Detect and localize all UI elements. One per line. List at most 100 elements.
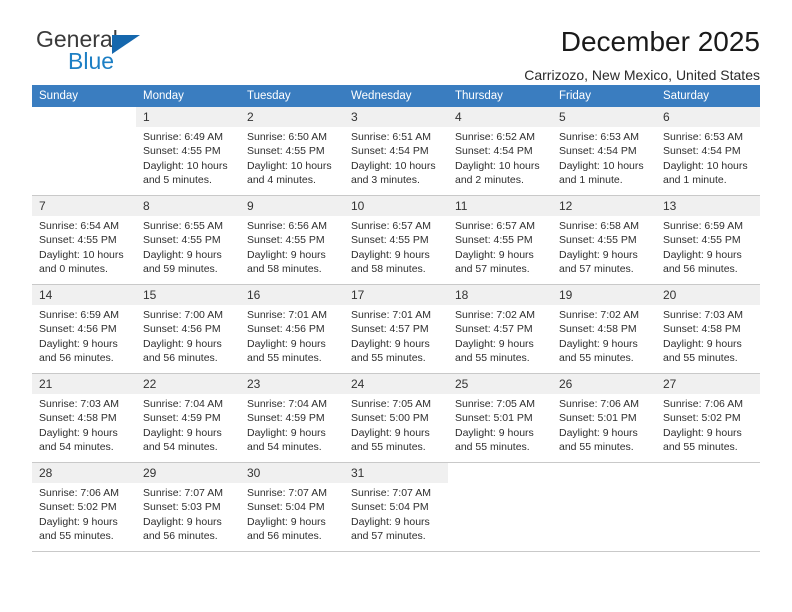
calendar-cell[interactable]: 14 Sunrise: 6:59 AM Sunset: 4:56 PM Dayl… (32, 284, 136, 374)
calendar-cell[interactable]: 20 Sunrise: 7:03 AM Sunset: 4:58 PM Dayl… (656, 284, 760, 374)
day-details: Sunrise: 7:01 AM Sunset: 4:56 PM Dayligh… (240, 305, 344, 365)
daylight-text-line2: and 55 minutes. (351, 351, 426, 364)
daylight-text-line2: and 56 minutes. (247, 529, 322, 542)
day-details: Sunrise: 7:06 AM Sunset: 5:02 PM Dayligh… (32, 483, 136, 543)
day-details: Sunrise: 7:03 AM Sunset: 4:58 PM Dayligh… (656, 305, 760, 365)
logo-triangle-icon (112, 35, 140, 54)
day-number: 7 (32, 196, 136, 216)
daylight-text-line1: Daylight: 9 hours (455, 426, 534, 439)
calendar-cell[interactable]: 16 Sunrise: 7:01 AM Sunset: 4:56 PM Dayl… (240, 284, 344, 374)
calendar-cell (32, 107, 136, 196)
weekday-header-row: Sunday Monday Tuesday Wednesday Thursday… (32, 85, 760, 107)
day-number: 9 (240, 196, 344, 216)
calendar-week-row: 1 Sunrise: 6:49 AM Sunset: 4:55 PM Dayli… (32, 107, 760, 196)
calendar-cell[interactable]: 11 Sunrise: 6:57 AM Sunset: 4:55 PM Dayl… (448, 195, 552, 285)
calendar-cell[interactable]: 6 Sunrise: 6:53 AM Sunset: 4:54 PM Dayli… (656, 107, 760, 196)
calendar-cell[interactable]: 8 Sunrise: 6:55 AM Sunset: 4:55 PM Dayli… (136, 195, 240, 285)
day-number: 27 (656, 374, 760, 394)
sunset-text: Sunset: 5:01 PM (559, 412, 637, 425)
calendar-cell[interactable]: 15 Sunrise: 7:00 AM Sunset: 4:56 PM Dayl… (136, 284, 240, 374)
calendar-cell[interactable]: 23 Sunrise: 7:04 AM Sunset: 4:59 PM Dayl… (240, 373, 344, 463)
calendar-cell[interactable]: 24 Sunrise: 7:05 AM Sunset: 5:00 PM Dayl… (344, 373, 448, 463)
calendar-week-row: 14 Sunrise: 6:59 AM Sunset: 4:56 PM Dayl… (32, 284, 760, 374)
daylight-text-line1: Daylight: 10 hours (455, 159, 540, 172)
sunset-text: Sunset: 5:03 PM (143, 501, 221, 514)
daylight-text-line1: Daylight: 9 hours (559, 337, 638, 350)
daylight-text-line2: and 55 minutes. (559, 440, 634, 453)
general-blue-logo[interactable]: General Blue (32, 26, 212, 82)
calendar-cell[interactable]: 28 Sunrise: 7:06 AM Sunset: 5:02 PM Dayl… (32, 462, 136, 552)
day-details: Sunrise: 6:59 AM Sunset: 4:56 PM Dayligh… (32, 305, 136, 365)
sunrise-text: Sunrise: 7:04 AM (143, 398, 223, 410)
daylight-text-line1: Daylight: 9 hours (351, 515, 430, 528)
sunrise-text: Sunrise: 7:07 AM (351, 487, 431, 499)
day-details: Sunrise: 6:52 AM Sunset: 4:54 PM Dayligh… (448, 127, 552, 187)
daylight-text-line2: and 55 minutes. (39, 529, 114, 542)
day-details: Sunrise: 6:57 AM Sunset: 4:55 PM Dayligh… (448, 216, 552, 276)
daylight-text-line1: Daylight: 9 hours (663, 426, 742, 439)
day-number: 26 (552, 374, 656, 394)
day-number: 28 (32, 463, 136, 483)
daylight-text-line1: Daylight: 9 hours (351, 337, 430, 350)
daylight-text-line1: Daylight: 9 hours (143, 337, 222, 350)
day-details: Sunrise: 6:54 AM Sunset: 4:55 PM Dayligh… (32, 216, 136, 276)
calendar-cell[interactable]: 4 Sunrise: 6:52 AM Sunset: 4:54 PM Dayli… (448, 107, 552, 196)
calendar-cell[interactable]: 5 Sunrise: 6:53 AM Sunset: 4:54 PM Dayli… (552, 107, 656, 196)
calendar-table: Sunday Monday Tuesday Wednesday Thursday… (32, 85, 760, 552)
calendar-cell[interactable]: 22 Sunrise: 7:04 AM Sunset: 4:59 PM Dayl… (136, 373, 240, 463)
sunset-text: Sunset: 4:56 PM (143, 323, 221, 336)
daylight-text-line1: Daylight: 9 hours (351, 248, 430, 261)
day-details: Sunrise: 7:06 AM Sunset: 5:01 PM Dayligh… (552, 394, 656, 454)
day-number: 31 (344, 463, 448, 483)
daylight-text-line2: and 59 minutes. (143, 262, 218, 275)
sunset-text: Sunset: 4:54 PM (351, 145, 429, 158)
calendar-cell[interactable]: 31 Sunrise: 7:07 AM Sunset: 5:04 PM Dayl… (344, 462, 448, 552)
daylight-text-line1: Daylight: 9 hours (143, 248, 222, 261)
calendar-cell[interactable]: 12 Sunrise: 6:58 AM Sunset: 4:55 PM Dayl… (552, 195, 656, 285)
calendar-cell[interactable]: 13 Sunrise: 6:59 AM Sunset: 4:55 PM Dayl… (656, 195, 760, 285)
day-number: 17 (344, 285, 448, 305)
sunrise-text: Sunrise: 6:51 AM (351, 131, 431, 143)
weekday-header-tuesday: Tuesday (240, 85, 344, 107)
calendar-cell[interactable]: 29 Sunrise: 7:07 AM Sunset: 5:03 PM Dayl… (136, 462, 240, 552)
daylight-text-line1: Daylight: 9 hours (143, 515, 222, 528)
sunset-text: Sunset: 4:56 PM (247, 323, 325, 336)
daylight-text-line2: and 55 minutes. (247, 351, 322, 364)
sunset-text: Sunset: 4:59 PM (143, 412, 221, 425)
sunset-text: Sunset: 4:54 PM (663, 145, 741, 158)
daylight-text-line1: Daylight: 10 hours (143, 159, 228, 172)
day-number: 15 (136, 285, 240, 305)
page-header: General Blue December 2025 Carrizozo, Ne… (32, 0, 760, 83)
day-number: 18 (448, 285, 552, 305)
calendar-cell[interactable]: 10 Sunrise: 6:57 AM Sunset: 4:55 PM Dayl… (344, 195, 448, 285)
calendar-cell[interactable]: 21 Sunrise: 7:03 AM Sunset: 4:58 PM Dayl… (32, 373, 136, 463)
day-number: 8 (136, 196, 240, 216)
sunrise-text: Sunrise: 6:49 AM (143, 131, 223, 143)
sunset-text: Sunset: 4:56 PM (39, 323, 117, 336)
calendar-cell[interactable]: 2 Sunrise: 6:50 AM Sunset: 4:55 PM Dayli… (240, 107, 344, 196)
day-details: Sunrise: 6:53 AM Sunset: 4:54 PM Dayligh… (656, 127, 760, 187)
calendar-cell[interactable]: 1 Sunrise: 6:49 AM Sunset: 4:55 PM Dayli… (136, 107, 240, 196)
daylight-text-line1: Daylight: 9 hours (559, 426, 638, 439)
calendar-cell[interactable]: 3 Sunrise: 6:51 AM Sunset: 4:54 PM Dayli… (344, 107, 448, 196)
daylight-text-line1: Daylight: 10 hours (351, 159, 436, 172)
sunset-text: Sunset: 4:57 PM (455, 323, 533, 336)
day-details: Sunrise: 7:02 AM Sunset: 4:57 PM Dayligh… (448, 305, 552, 365)
day-details: Sunrise: 7:04 AM Sunset: 4:59 PM Dayligh… (240, 394, 344, 454)
day-details: Sunrise: 7:01 AM Sunset: 4:57 PM Dayligh… (344, 305, 448, 365)
daylight-text-line2: and 55 minutes. (559, 351, 634, 364)
daylight-text-line1: Daylight: 10 hours (559, 159, 644, 172)
sunrise-text: Sunrise: 6:57 AM (351, 220, 431, 232)
calendar-cell[interactable]: 26 Sunrise: 7:06 AM Sunset: 5:01 PM Dayl… (552, 373, 656, 463)
sunrise-text: Sunrise: 7:01 AM (247, 309, 327, 321)
daylight-text-line2: and 3 minutes. (351, 173, 420, 186)
calendar-cell[interactable]: 17 Sunrise: 7:01 AM Sunset: 4:57 PM Dayl… (344, 284, 448, 374)
calendar-cell[interactable]: 30 Sunrise: 7:07 AM Sunset: 5:04 PM Dayl… (240, 462, 344, 552)
calendar-cell[interactable]: 7 Sunrise: 6:54 AM Sunset: 4:55 PM Dayli… (32, 195, 136, 285)
calendar-cell[interactable]: 18 Sunrise: 7:02 AM Sunset: 4:57 PM Dayl… (448, 284, 552, 374)
calendar-cell[interactable]: 27 Sunrise: 7:06 AM Sunset: 5:02 PM Dayl… (656, 373, 760, 463)
calendar-cell[interactable]: 25 Sunrise: 7:05 AM Sunset: 5:01 PM Dayl… (448, 373, 552, 463)
sunrise-text: Sunrise: 6:56 AM (247, 220, 327, 232)
calendar-cell[interactable]: 9 Sunrise: 6:56 AM Sunset: 4:55 PM Dayli… (240, 195, 344, 285)
calendar-cell[interactable]: 19 Sunrise: 7:02 AM Sunset: 4:58 PM Dayl… (552, 284, 656, 374)
